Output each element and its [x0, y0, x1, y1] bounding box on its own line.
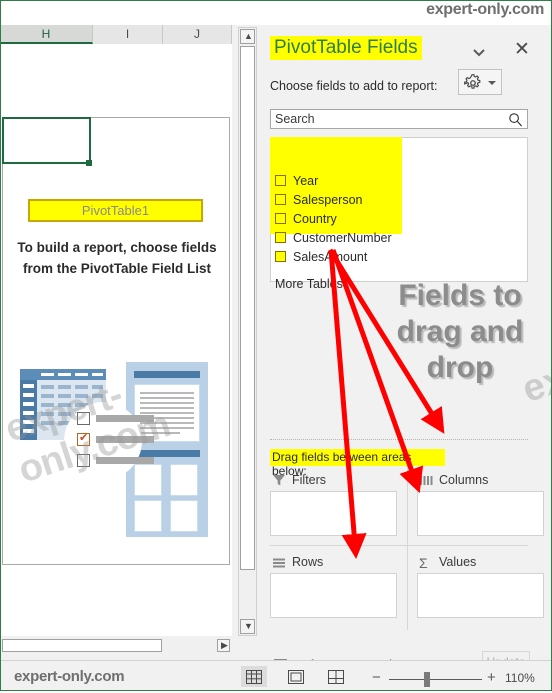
watermark-status: expert-only.com	[14, 668, 125, 685]
scroll-up-button[interactable]: ▲	[240, 29, 255, 44]
area-values[interactable]: Σ Values	[417, 553, 546, 618]
field-checkbox-year[interactable]	[275, 175, 286, 186]
fill-handle[interactable]	[86, 160, 92, 166]
area-filters[interactable]: Filters	[270, 471, 399, 536]
view-page-break-button[interactable]	[323, 666, 349, 687]
status-bar: expert-only.com − + 110%	[0, 660, 552, 691]
pivottable-hint: To build a report, choose fields from th…	[12, 237, 222, 279]
search-input[interactable]: Search	[270, 109, 528, 129]
field-checkbox-salesperson[interactable]	[275, 194, 286, 205]
close-icon[interactable]: ✕	[514, 40, 530, 59]
search-icon	[508, 112, 523, 132]
column-header-h[interactable]: H	[0, 25, 93, 44]
chevron-down-icon	[488, 81, 496, 85]
area-filters-dropzone[interactable]	[270, 491, 397, 536]
vertical-scrollbar-thumb[interactable]	[240, 46, 255, 570]
chevron-down-icon[interactable]	[472, 45, 486, 57]
field-label-country: Country	[293, 212, 337, 226]
column-header-j[interactable]: J	[163, 25, 232, 44]
pane-title: PivotTable Fields	[270, 36, 422, 60]
field-checkbox-customernumber[interactable]	[275, 232, 286, 243]
field-label-salesamount: SalesAmount	[293, 250, 368, 264]
column-header-row: H I J	[0, 25, 232, 45]
area-rows-dropzone[interactable]	[270, 573, 397, 618]
grid-area[interactable]: PivotTable1 To build a report, choose fi…	[0, 44, 232, 636]
search-placeholder: Search	[275, 112, 315, 126]
drag-fields-label: Drag fields between areas below:	[270, 449, 445, 478]
zoom-level-label: 110%	[505, 671, 535, 685]
more-tables-link[interactable]: More Tables...	[275, 277, 353, 291]
rows-icon	[272, 556, 286, 569]
mock-field-line-3	[96, 457, 154, 464]
mock-field-line-2	[96, 436, 154, 443]
plus-icon[interactable]: +	[487, 669, 496, 686]
zoom-slider-track[interactable]	[389, 679, 482, 680]
column-header-i[interactable]: I	[93, 25, 163, 44]
mock-checkbox-1	[77, 412, 90, 425]
field-label-year: Year	[293, 174, 319, 188]
grid-view-icon	[246, 670, 262, 684]
watermark-pane: expert-only.com	[517, 281, 552, 411]
filter-funnel-icon	[272, 474, 286, 487]
pane-tools-button[interactable]	[458, 69, 502, 95]
area-columns-dropzone[interactable]	[417, 491, 544, 536]
mock-field-line-1	[96, 415, 154, 422]
minus-icon[interactable]: −	[372, 669, 381, 686]
area-columns-label: Columns	[439, 473, 489, 487]
scroll-down-button[interactable]: ▼	[240, 619, 255, 634]
gear-icon	[464, 74, 481, 89]
scroll-right-button[interactable]: ▶	[217, 639, 230, 652]
page-break-icon	[328, 670, 344, 684]
pane-divider	[270, 439, 528, 440]
mock-checkbox-3	[77, 454, 90, 467]
area-rows-label: Rows	[292, 555, 324, 569]
areas-vertical-divider	[407, 455, 408, 630]
excel-window: expert-only.com H I J PivotTable1 To bui…	[0, 0, 552, 691]
mock-checkbox-checked	[77, 431, 90, 446]
active-cell[interactable]	[2, 117, 91, 164]
pivottable-hint-line1: To build a report, choose fields	[17, 240, 217, 255]
area-rows[interactable]: Rows	[270, 553, 399, 618]
watermark-top: expert-only.com	[426, 1, 544, 18]
field-checkbox-country[interactable]	[275, 213, 286, 224]
area-filters-label: Filters	[292, 473, 327, 487]
worksheet-area[interactable]: H I J PivotTable1 To build a report, cho…	[0, 25, 232, 636]
pivottable-hint-line2: from the PivotTable Field List	[22, 261, 212, 276]
zoom-slider-thumb[interactable]	[424, 672, 430, 687]
pivottable-fields-pane: PivotTable Fields ✕ Choose fields to add…	[262, 25, 552, 673]
horizontal-scrollbar-thumb[interactable]	[2, 639, 162, 652]
choose-fields-label: Choose fields to add to report:	[270, 79, 438, 93]
top-watermark-band: expert-only.com	[0, 0, 552, 25]
vertical-scrollbar[interactable]: ▲ ▼	[238, 27, 257, 636]
view-normal-button[interactable]	[241, 666, 267, 687]
field-label-salesperson: Salesperson	[293, 193, 363, 207]
area-columns[interactable]: Columns	[417, 471, 546, 536]
pivottable-name-label: PivotTable1	[28, 199, 203, 222]
area-values-dropzone[interactable]	[417, 573, 544, 618]
field-label-customernumber: CustomerNumber	[293, 231, 392, 245]
pivottable-placeholder-graphic	[14, 362, 224, 542]
view-page-layout-button[interactable]	[283, 666, 309, 687]
areas-horizontal-divider	[270, 545, 528, 546]
sigma-icon: Σ	[419, 555, 428, 571]
horizontal-scrollbar[interactable]: ▶	[0, 638, 232, 654]
field-checkbox-salesamount[interactable]	[275, 251, 286, 262]
columns-icon	[419, 474, 433, 487]
page-layout-icon	[288, 670, 304, 684]
area-values-label: Values	[439, 555, 477, 569]
